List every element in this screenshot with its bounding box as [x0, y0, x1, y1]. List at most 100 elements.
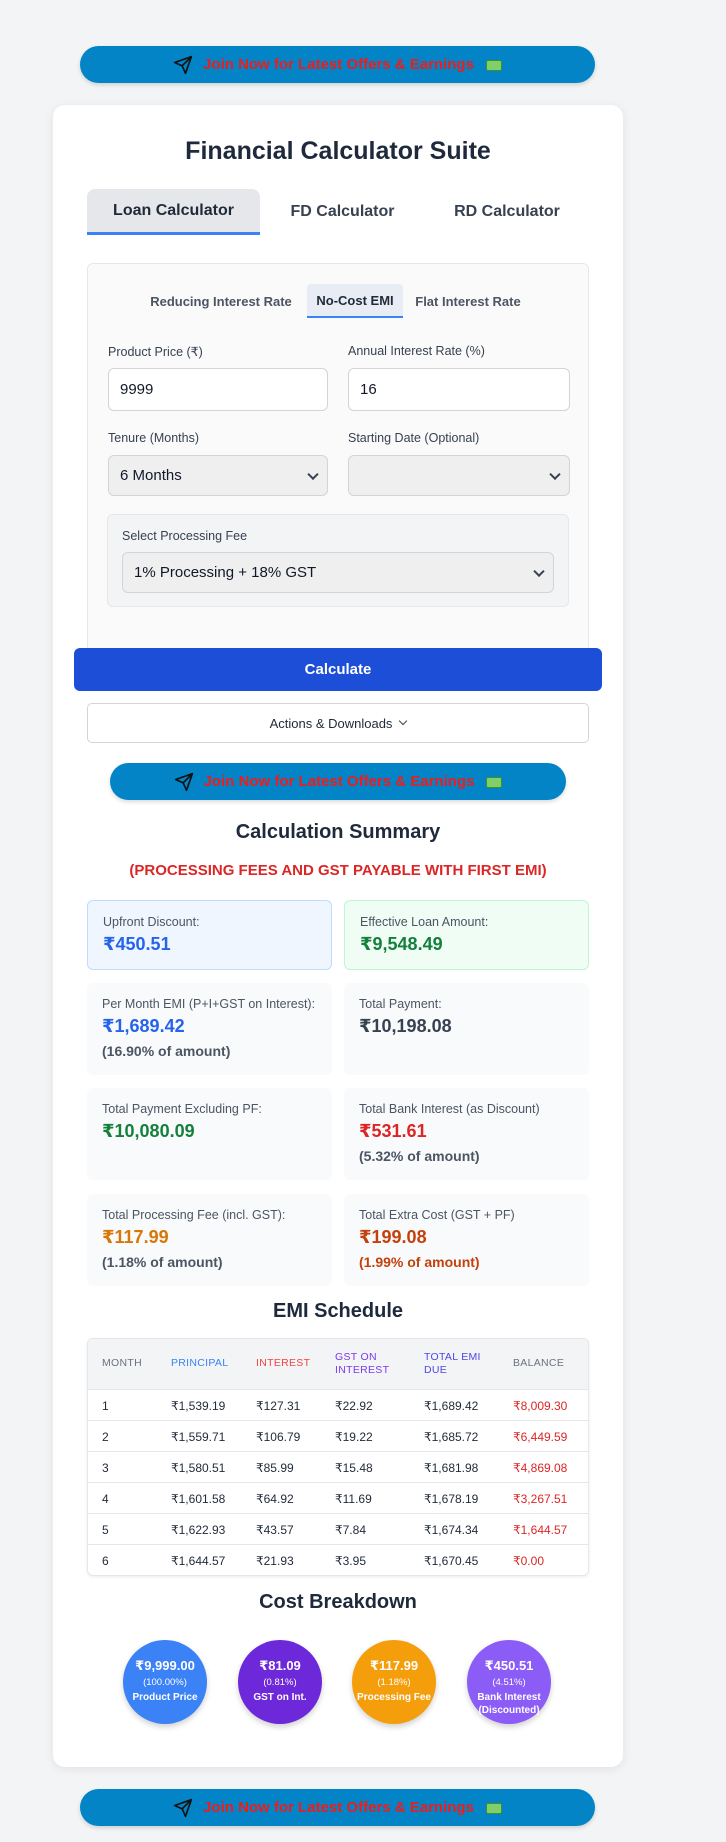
- product-price-label: Product Price (₹): [108, 345, 203, 359]
- cell-balance: ₹1,644.57: [513, 1522, 568, 1537]
- total-payment-label: Total Payment:: [359, 997, 442, 1011]
- circle-percent: (4.51%): [492, 1677, 526, 1688]
- banner-text: Join Now for Latest Offers & Earnings: [203, 773, 475, 790]
- circle-percent: (100.00%): [143, 1677, 187, 1688]
- header-balance: BALANCE: [513, 1357, 565, 1370]
- processing-fee-label: Select Processing Fee: [122, 529, 248, 543]
- chevron-down-icon: [549, 468, 561, 480]
- monthly-emi-label: Per Month EMI (P+I+GST on Interest):: [102, 997, 316, 1011]
- subtab-reducing-interest[interactable]: Reducing Interest Rate: [138, 284, 304, 318]
- circle-percent: (1.18%): [377, 1677, 411, 1688]
- tab-fd-calculator[interactable]: FD Calculator: [260, 189, 425, 235]
- product-price-input[interactable]: 9999: [108, 368, 328, 411]
- header-gst-line1: GST ON: [335, 1350, 377, 1363]
- banner-text: Join Now for Latest Offers & Earnings: [203, 1799, 474, 1816]
- summary-title: Calculation Summary: [235, 821, 441, 843]
- header-total-line2: DUE: [424, 1364, 448, 1376]
- processing-fee-select[interactable]: 1% Processing + 18% GST: [122, 552, 554, 593]
- send-icon: [173, 55, 193, 74]
- cell-gst: ₹15.48: [335, 1460, 373, 1475]
- join-banner-bottom[interactable]: Join Now for Latest Offers & Earnings: [80, 1789, 595, 1826]
- circle-value: ₹117.99: [369, 1658, 419, 1673]
- product-price-circle: ₹9,999.00 (100.00%) Product Price: [123, 1640, 207, 1724]
- cell-balance: ₹4,869.08: [513, 1460, 568, 1475]
- processing-fee-total-value: ₹117.99: [102, 1227, 169, 1247]
- cell-month: 2: [102, 1429, 109, 1444]
- effective-loan-box: Effective Loan Amount: ₹9,548.49: [344, 900, 589, 970]
- cell-principal: ₹1,539.19: [171, 1398, 226, 1413]
- cell-month: 4: [102, 1491, 109, 1506]
- bank-interest-circle: ₹450.51 (4.51%) Bank Interest (Discounted): [467, 1640, 551, 1724]
- upfront-discount-label: Upfront Discount:: [103, 915, 200, 929]
- circle-value: ₹450.51: [484, 1658, 534, 1673]
- monthly-emi-percent: (16.90% of amount): [102, 1043, 231, 1059]
- cell-principal: ₹1,644.57: [171, 1553, 226, 1568]
- cell-gst: ₹7.84: [335, 1522, 366, 1537]
- join-banner-middle[interactable]: Join Now for Latest Offers & Earnings: [110, 763, 566, 800]
- start-date-select[interactable]: [348, 455, 570, 496]
- tenure-label: Tenure (Months): [108, 431, 200, 445]
- processing-fee-total-box: Total Processing Fee (incl. GST): ₹117.9…: [87, 1194, 332, 1286]
- bank-interest-box: Total Bank Interest (as Discount) ₹531.6…: [344, 1088, 589, 1180]
- monthly-emi-box: Per Month EMI (P+I+GST on Interest): ₹1,…: [87, 983, 332, 1075]
- money-icon: [485, 1803, 502, 1814]
- cell-principal: ₹1,601.58: [171, 1491, 226, 1506]
- table-row: 6 ₹1,644.57 ₹21.93 ₹3.95 ₹1,670.45 ₹0.00: [88, 1544, 588, 1575]
- cell-month: 3: [102, 1460, 109, 1475]
- table-row: 1 ₹1,539.19 ₹127.31 ₹22.92 ₹1,689.42 ₹8,009.3…: [88, 1389, 588, 1420]
- page-title: Financial Calculator Suite: [185, 137, 491, 165]
- tab-loan-calculator[interactable]: Loan Calculator: [87, 189, 260, 235]
- start-date-label: Starting Date (Optional): [348, 431, 480, 445]
- payment-excluding-pf-label: Total Payment Excluding PF:: [102, 1102, 262, 1116]
- table-header: MONTH PRINCIPAL INTEREST GST ON INTEREST…: [88, 1339, 588, 1389]
- cell-interest: ₹43.57: [256, 1522, 294, 1537]
- chevron-down-icon: [533, 565, 545, 577]
- loan-form-panel: Reducing Interest Rate No-Cost EMI Flat …: [87, 263, 589, 658]
- actions-downloads-button[interactable]: Actions & Downloads: [87, 703, 589, 743]
- total-payment-value: ₹10,198.08: [359, 1016, 452, 1036]
- cell-month: 6: [102, 1553, 109, 1568]
- table-row: 4 ₹1,601.58 ₹64.92 ₹11.69 ₹1,678.19 ₹3,267.51: [88, 1482, 588, 1513]
- circle-label: Processing Fee: [357, 1692, 431, 1703]
- header-gst-line2: INTEREST: [335, 1364, 390, 1376]
- extra-cost-percent: (1.99% of amount): [359, 1254, 480, 1270]
- subtab-no-cost-emi[interactable]: No-Cost EMI: [307, 284, 403, 318]
- subtab-flat-interest[interactable]: Flat Interest Rate: [406, 284, 530, 318]
- cell-gst: ₹3.95: [335, 1553, 366, 1568]
- processing-fee-box: Select Processing Fee 1% Processing + 18…: [107, 514, 569, 607]
- emi-schedule-title: EMI Schedule: [272, 1300, 404, 1322]
- monthly-emi-value: ₹1,689.42: [102, 1016, 185, 1036]
- tab-rd-calculator[interactable]: RD Calculator: [425, 189, 589, 235]
- processing-fee-notice: (PROCESSING FEES AND GST PAYABLE WITH FI…: [129, 862, 547, 879]
- calculate-button[interactable]: Calculate: [74, 648, 602, 691]
- cell-gst: ₹19.22: [335, 1429, 373, 1444]
- interest-rate-input[interactable]: 16: [348, 368, 570, 411]
- cell-interest: ₹106.79: [256, 1429, 301, 1444]
- cell-interest: ₹21.93: [256, 1553, 294, 1568]
- total-payment-box: Total Payment: ₹10,198.08: [344, 983, 589, 1075]
- tenure-select[interactable]: 6 Months: [108, 455, 328, 496]
- processing-fee-total-percent: (1.18% of amount): [102, 1254, 223, 1270]
- interest-rate-label: Annual Interest Rate (%): [348, 344, 485, 358]
- chevron-down-icon: [307, 468, 319, 480]
- money-icon: [485, 60, 502, 71]
- header-gst-on-interest: GST ON INTEREST: [335, 1339, 389, 1389]
- cell-total-emi: ₹1,685.72: [424, 1429, 479, 1444]
- send-icon: [173, 1798, 193, 1817]
- cell-interest: ₹85.99: [256, 1460, 294, 1475]
- processing-fee-total-label: Total Processing Fee (incl. GST):: [102, 1208, 286, 1222]
- join-banner-top[interactable]: Join Now for Latest Offers & Earnings: [80, 46, 595, 83]
- circle-label-line2: (Discounted): [478, 1705, 540, 1716]
- payment-excluding-pf-value: ₹10,080.09: [102, 1121, 195, 1141]
- cell-balance: ₹6,449.59: [513, 1429, 568, 1444]
- cell-total-emi: ₹1,674.34: [424, 1522, 479, 1537]
- circle-percent: (0.81%): [263, 1677, 297, 1688]
- table-row: 5 ₹1,622.93 ₹43.57 ₹7.84 ₹1,674.34 ₹1,644.57: [88, 1513, 588, 1544]
- chevron-down-icon: [399, 716, 408, 726]
- money-icon: [486, 777, 503, 788]
- cell-interest: ₹127.31: [256, 1398, 301, 1413]
- extra-cost-label: Total Extra Cost (GST + PF): [359, 1208, 515, 1222]
- cell-principal: ₹1,580.51: [171, 1460, 226, 1475]
- cell-total-emi: ₹1,689.42: [424, 1398, 479, 1413]
- cost-breakdown-title: Cost Breakdown: [259, 1591, 417, 1613]
